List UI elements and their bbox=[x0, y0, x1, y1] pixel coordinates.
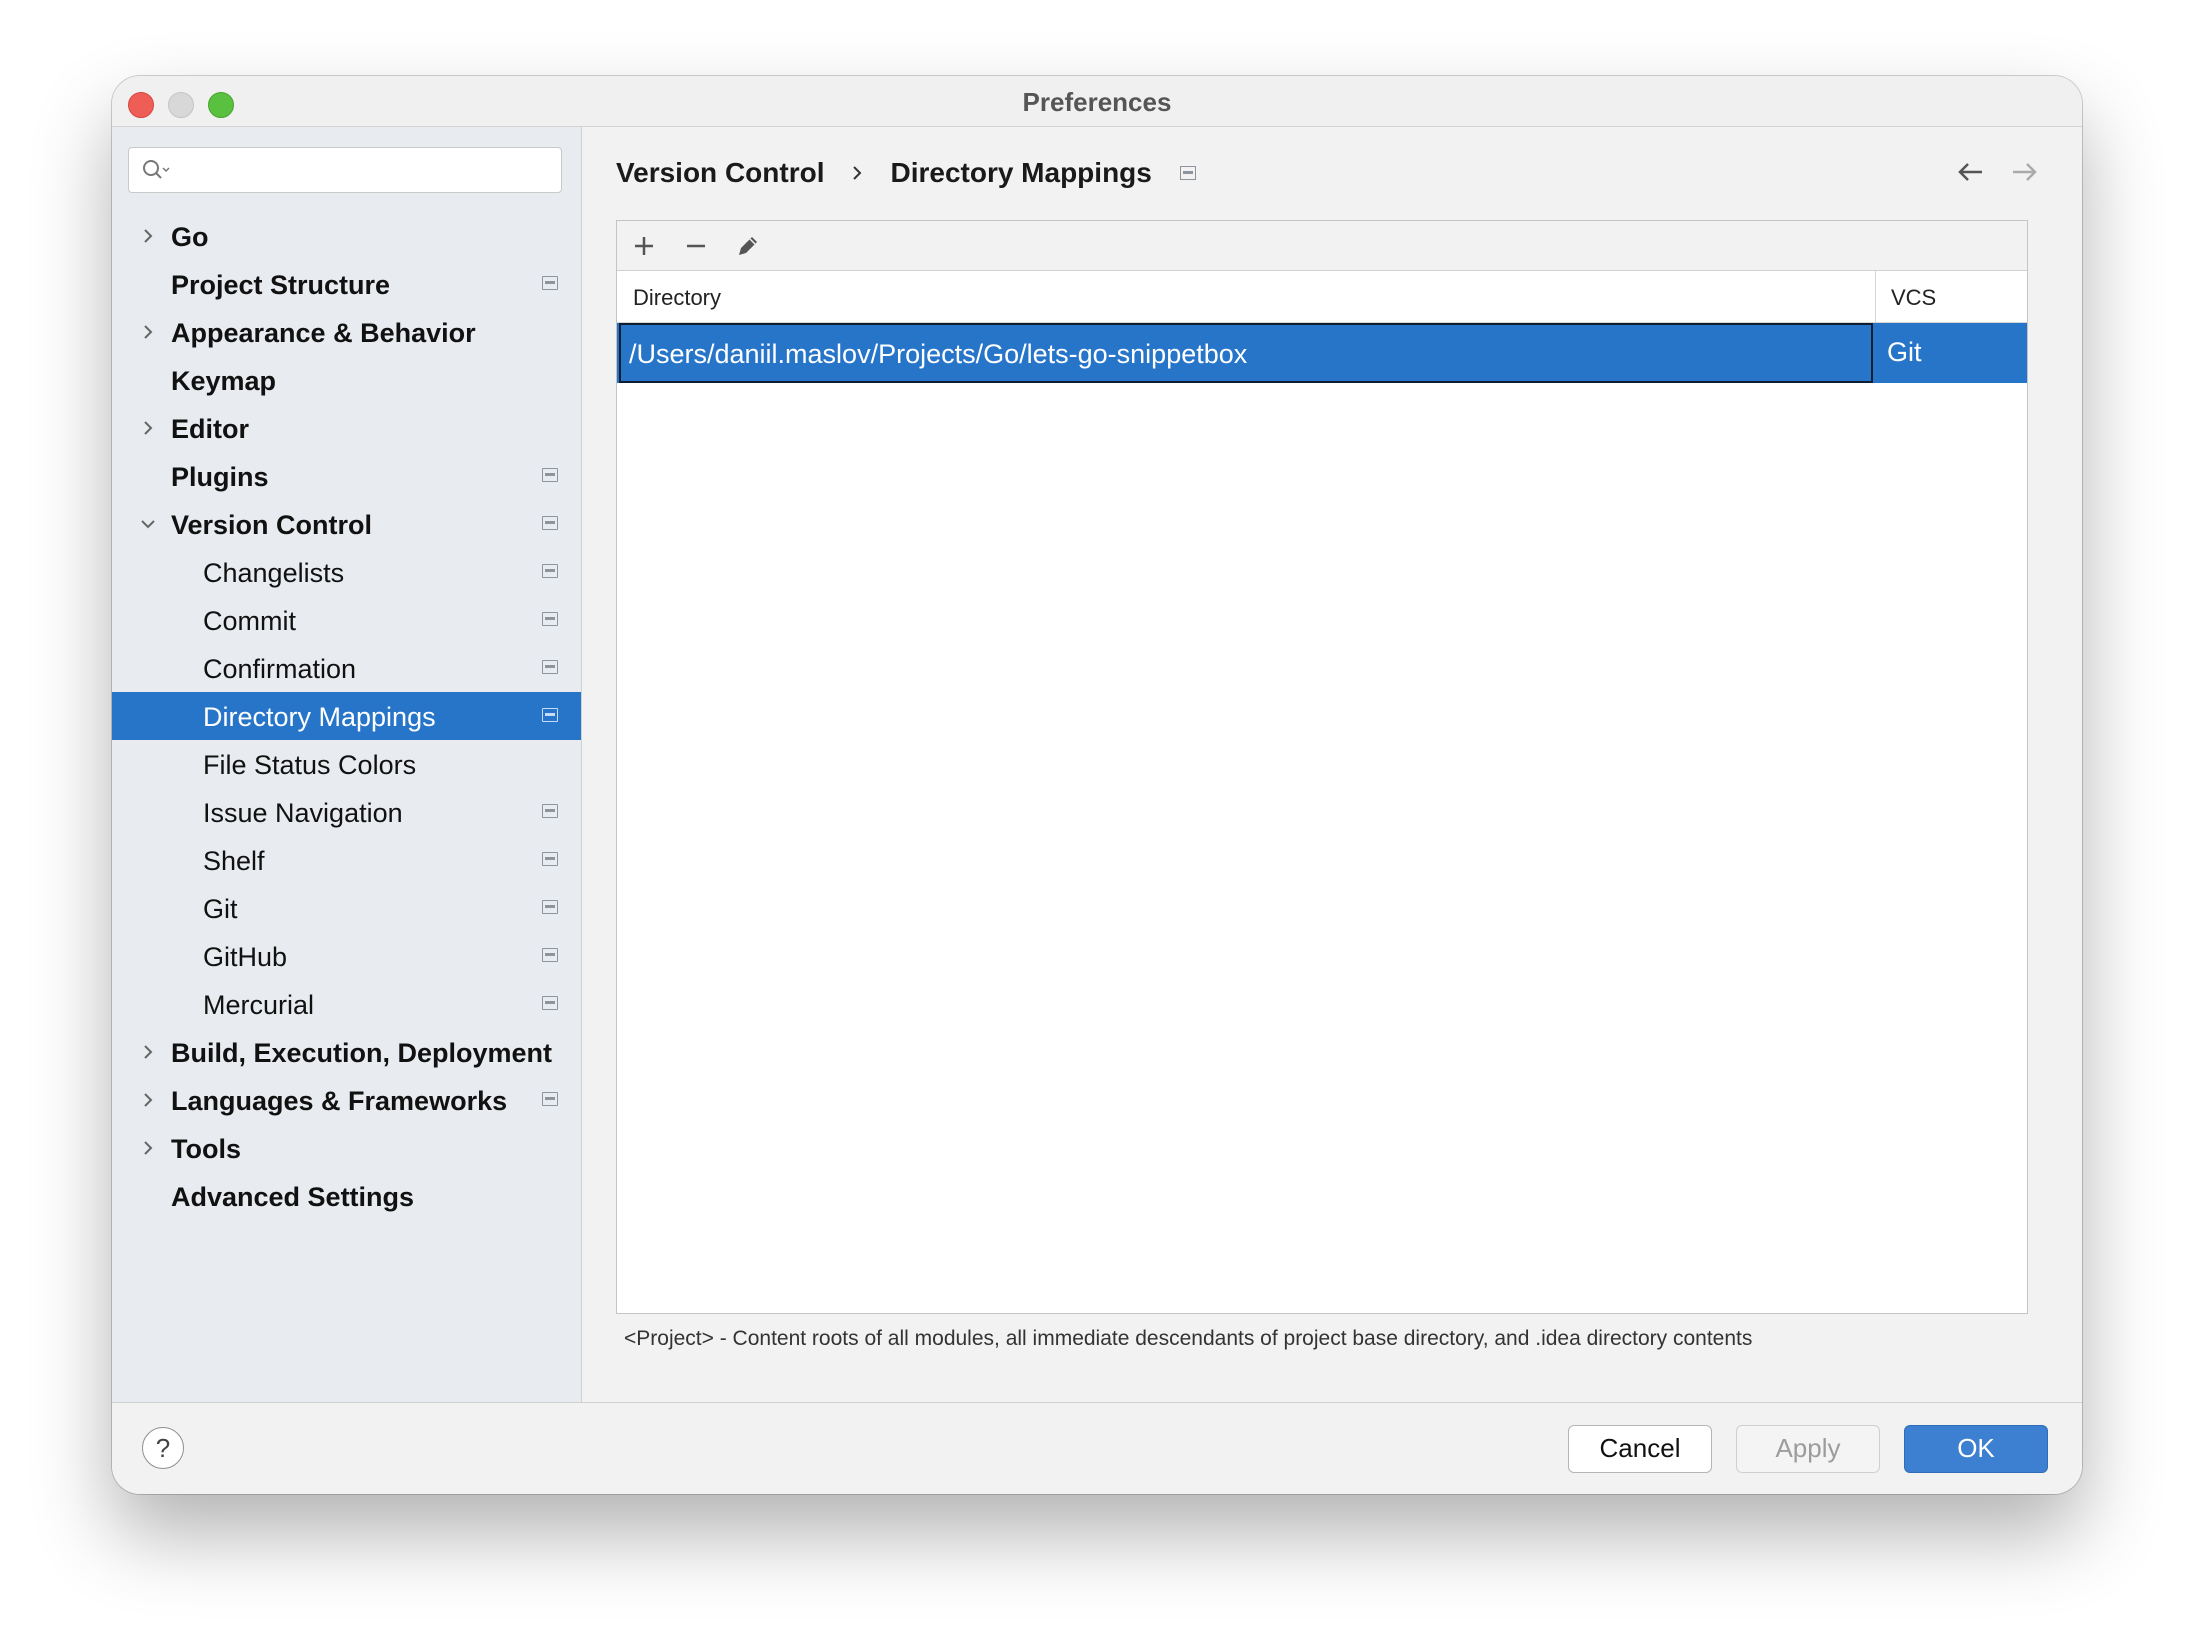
sidebar-item-label: Advanced Settings bbox=[171, 1182, 415, 1212]
column-header-directory[interactable]: Directory bbox=[633, 285, 721, 311]
sidebar-item-label: Project Structure bbox=[171, 270, 391, 300]
sidebar-item-project-structure[interactable]: Project Structure bbox=[112, 260, 581, 308]
sidebar-item-appearance-behavior[interactable]: Appearance & Behavior bbox=[112, 308, 581, 356]
chevron-right-icon[interactable] bbox=[138, 1042, 158, 1062]
sidebar-item-label: Keymap bbox=[171, 366, 277, 396]
help-button[interactable]: ? bbox=[142, 1427, 184, 1469]
table-row[interactable]: /Users/daniil.maslov/Projects/Go/lets-go… bbox=[617, 323, 2027, 383]
sidebar-item-languages-frameworks[interactable]: Languages & Frameworks bbox=[112, 1076, 581, 1124]
window-title: Preferences bbox=[1022, 87, 1172, 117]
sidebar-item-label: Version Control bbox=[171, 510, 373, 540]
project-scope-icon bbox=[542, 1092, 558, 1106]
sidebar-item-label: File Status Colors bbox=[203, 750, 417, 780]
project-hint-text: <Project> - Content roots of all modules… bbox=[624, 1327, 1753, 1350]
sidebar-item-keymap[interactable]: Keymap bbox=[112, 356, 581, 404]
chevron-right-icon[interactable] bbox=[138, 322, 158, 342]
column-header-vcs[interactable]: VCS bbox=[1891, 285, 1936, 311]
project-scope-icon bbox=[542, 948, 558, 962]
sidebar-item-github[interactable]: GitHub bbox=[112, 932, 581, 980]
breadcrumb-parent[interactable]: Version Control bbox=[616, 157, 824, 188]
project-scope-icon bbox=[542, 468, 558, 482]
project-scope-icon bbox=[542, 276, 558, 290]
project-scope-icon bbox=[542, 612, 558, 626]
sidebar-item-commit[interactable]: Commit bbox=[112, 596, 581, 644]
sidebar-item-label: Editor bbox=[171, 414, 249, 444]
project-scope-icon bbox=[1179, 166, 1196, 180]
remove-icon[interactable] bbox=[681, 231, 711, 261]
back-arrow-icon[interactable] bbox=[1956, 157, 1986, 187]
sidebar-item-label: Build, Execution, Deployment bbox=[171, 1038, 553, 1068]
sidebar-item-tools[interactable]: Tools bbox=[112, 1124, 581, 1172]
sidebar-item-label: Plugins bbox=[171, 462, 269, 492]
sidebar-item-label: Appearance & Behavior bbox=[171, 318, 476, 348]
settings-content: Version Control Directory Mappings Direc… bbox=[582, 127, 2082, 1402]
project-scope-icon bbox=[542, 900, 558, 914]
sidebar-item-label: Mercurial bbox=[203, 990, 315, 1020]
sidebar-item-advanced-settings[interactable]: Advanced Settings bbox=[112, 1172, 581, 1220]
sidebar-item-changelists[interactable]: Changelists bbox=[112, 548, 581, 596]
search-icon bbox=[143, 160, 170, 179]
sidebar-item-editor[interactable]: Editor bbox=[112, 404, 581, 452]
directory-path: /Users/daniil.maslov/Projects/Go/lets-go… bbox=[629, 339, 1248, 369]
chevron-right-icon bbox=[853, 166, 862, 180]
sidebar-item-directory-mappings[interactable]: Directory Mappings bbox=[112, 692, 581, 740]
apply-button[interactable]: Apply bbox=[1736, 1425, 1880, 1473]
vcs-name: Git bbox=[1887, 337, 1922, 367]
sidebar-item-label: Confirmation bbox=[203, 654, 357, 684]
sidebar-item-mercurial[interactable]: Mercurial bbox=[112, 980, 581, 1028]
project-scope-icon bbox=[542, 708, 558, 722]
sidebar-item-label: Tools bbox=[171, 1134, 241, 1164]
settings-tree: Go Project Structure Appearance & Behavior… bbox=[112, 212, 581, 1220]
project-scope-icon bbox=[542, 516, 558, 530]
project-scope-icon bbox=[542, 804, 558, 818]
settings-sidebar: Go Project Structure Appearance & Behavior… bbox=[112, 127, 582, 1402]
breadcrumb: Version Control Directory Mappings bbox=[616, 157, 1196, 197]
chevron-right-icon[interactable] bbox=[138, 226, 158, 246]
sidebar-item-confirmation[interactable]: Confirmation bbox=[112, 644, 581, 692]
chevron-right-icon[interactable] bbox=[138, 418, 158, 438]
sidebar-item-file-status-colors[interactable]: File Status Colors bbox=[112, 740, 581, 788]
sidebar-item-label: Directory Mappings bbox=[203, 702, 436, 732]
sidebar-item-label: GitHub bbox=[203, 942, 288, 972]
sidebar-item-shelf[interactable]: Shelf bbox=[112, 836, 581, 884]
add-icon[interactable] bbox=[629, 231, 659, 261]
sidebar-item-label: Issue Navigation bbox=[203, 798, 403, 828]
sidebar-item-label: Git bbox=[203, 894, 238, 924]
column-divider[interactable] bbox=[1875, 271, 1876, 323]
sidebar-item-label: Changelists bbox=[203, 558, 345, 588]
sidebar-item-label: Go bbox=[171, 222, 209, 252]
chevron-right-icon[interactable] bbox=[138, 1138, 158, 1158]
forward-arrow-icon[interactable] bbox=[2009, 157, 2039, 187]
ok-button[interactable]: OK bbox=[1904, 1425, 2048, 1473]
dialog-footer: ? Cancel Apply OK bbox=[112, 1402, 2082, 1494]
sidebar-item-git[interactable]: Git bbox=[112, 884, 581, 932]
sidebar-item-version-control[interactable]: Version Control bbox=[112, 500, 581, 548]
sidebar-item-label: Languages & Frameworks bbox=[171, 1086, 508, 1116]
preferences-window: Preferences Go Project Structure Appearanc… bbox=[112, 76, 2082, 1494]
directory-mappings-panel: Directory VCS /Users/daniil.maslov/Proje… bbox=[616, 220, 2028, 1314]
sidebar-item-label: Commit bbox=[203, 606, 296, 636]
sidebar-item-label: Shelf bbox=[203, 846, 265, 876]
sidebar-item-go[interactable]: Go bbox=[112, 212, 581, 260]
project-scope-icon bbox=[542, 996, 558, 1010]
project-scope-icon bbox=[542, 660, 558, 674]
sidebar-item-issue-navigation[interactable]: Issue Navigation bbox=[112, 788, 581, 836]
sidebar-item-plugins[interactable]: Plugins bbox=[112, 452, 581, 500]
edit-icon[interactable] bbox=[733, 231, 763, 261]
project-scope-icon bbox=[542, 852, 558, 866]
sidebar-item-build-execution-deployment[interactable]: Build, Execution, Deployment bbox=[112, 1028, 581, 1076]
directory-cell[interactable]: /Users/daniil.maslov/Projects/Go/lets-go… bbox=[619, 323, 1873, 383]
settings-search-input[interactable] bbox=[128, 147, 562, 193]
cancel-button[interactable]: Cancel bbox=[1568, 1425, 1712, 1473]
mappings-toolbar bbox=[617, 221, 2027, 271]
project-scope-icon bbox=[542, 564, 558, 578]
table-header: Directory VCS bbox=[617, 271, 2027, 323]
chevron-right-icon[interactable] bbox=[138, 1090, 158, 1110]
vcs-cell[interactable]: Git bbox=[1875, 323, 2025, 383]
breadcrumb-current: Directory Mappings bbox=[890, 157, 1152, 188]
chevron-down-icon[interactable] bbox=[138, 514, 158, 534]
title-bar: Preferences bbox=[112, 76, 2082, 127]
